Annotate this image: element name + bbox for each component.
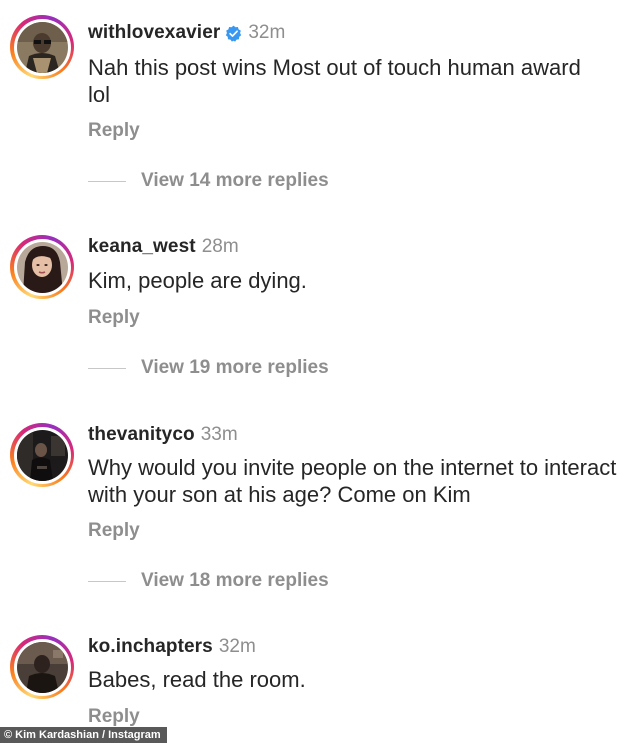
comment-time: 32m (248, 22, 286, 43)
comment-header: keana_west 28m (88, 236, 239, 258)
view-replies-button[interactable]: View 18 more replies (88, 570, 329, 592)
avatar[interactable] (16, 429, 68, 481)
comment-time: 32m (218, 636, 256, 657)
avatar-border (13, 238, 71, 296)
verified-badge-icon (226, 25, 242, 42)
avatar[interactable] (16, 241, 68, 293)
avatar-border (13, 638, 71, 696)
comment-text: Babes, read the room. (88, 667, 306, 692)
story-ring[interactable] (10, 423, 74, 487)
reply-button[interactable]: Reply (88, 120, 140, 142)
username[interactable]: ko.inchapters (88, 636, 213, 658)
view-replies-label: View 14 more replies (141, 170, 329, 191)
comment-text: Why would you invite people on the inter… (88, 455, 617, 507)
username[interactable]: keana_west (88, 236, 196, 258)
username[interactable]: withlovexavier (88, 22, 220, 44)
comment-text: Kim, people are dying. (88, 268, 307, 293)
view-replies-label: View 18 more replies (141, 570, 329, 591)
avatar-person-dim-icon (16, 641, 68, 693)
avatar[interactable] (16, 641, 68, 693)
reply-button[interactable]: Reply (88, 307, 140, 329)
avatar-woman-dark-hair-icon (16, 241, 68, 293)
reply-button[interactable]: Reply (88, 520, 140, 542)
comment-time: 33m (200, 424, 238, 445)
comment-header: withlovexavier 32m (88, 22, 285, 44)
avatar-dark-room-icon (16, 429, 68, 481)
story-ring[interactable] (10, 635, 74, 699)
view-replies-button[interactable]: View 14 more replies (88, 170, 329, 192)
divider-line (88, 580, 126, 582)
divider-line (88, 180, 126, 182)
reply-button[interactable]: Reply (88, 706, 140, 728)
story-ring[interactable] (10, 235, 74, 299)
comment-header: thevanityco 33m (88, 424, 238, 446)
comment-text: Nah this post wins Most out of touch hum… (88, 55, 581, 107)
avatar-man-glasses-icon (16, 21, 68, 73)
comment-header: ko.inchapters 32m (88, 636, 256, 658)
avatar-border (13, 426, 71, 484)
divider-line (88, 367, 126, 369)
username[interactable]: thevanityco (88, 424, 195, 446)
photo-credit: © Kim Kardashian / Instagram (0, 727, 167, 743)
view-replies-label: View 19 more replies (141, 357, 329, 378)
story-ring[interactable] (10, 15, 74, 79)
view-replies-button[interactable]: View 19 more replies (88, 357, 329, 379)
avatar-border (13, 18, 71, 76)
comment-time: 28m (201, 236, 239, 257)
avatar[interactable] (16, 21, 68, 73)
